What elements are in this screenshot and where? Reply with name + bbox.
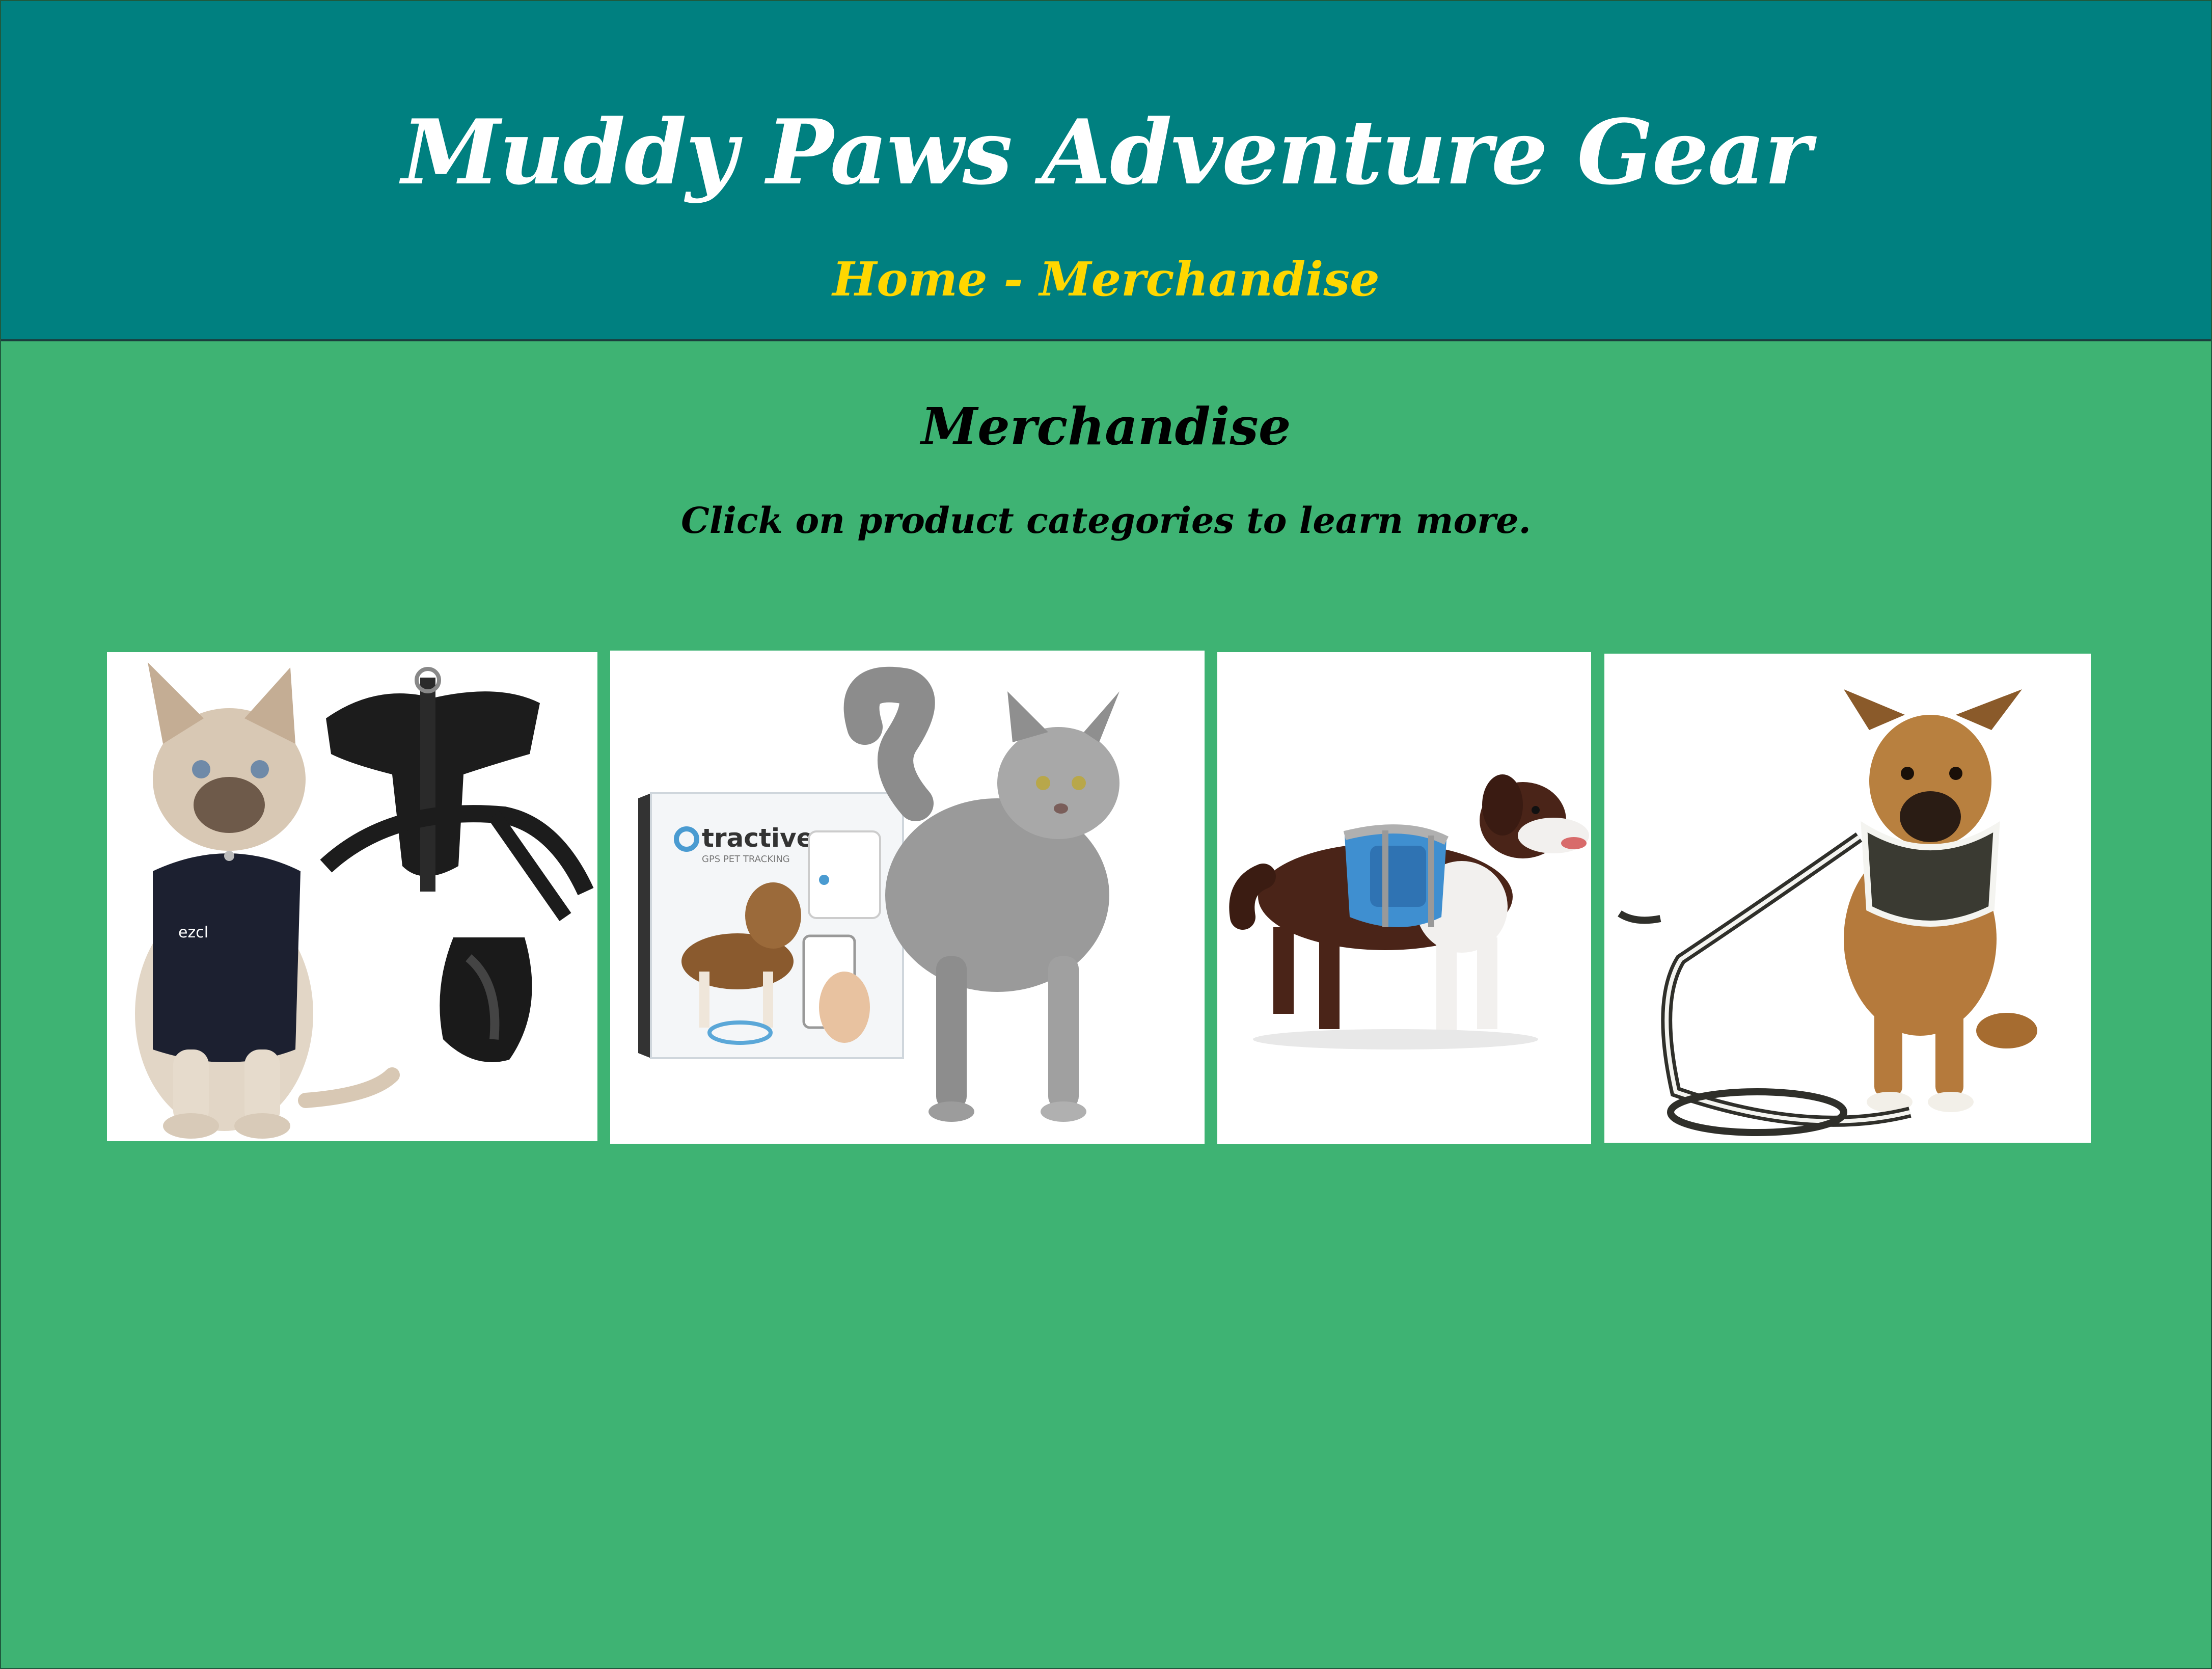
breadcrumb-separator: - — [987, 252, 1040, 307]
product-card-dog-backpack[interactable] — [1217, 652, 1591, 1144]
dog-backpack-image — [1217, 652, 1591, 1144]
breadcrumb: Home - Merchandise — [1, 256, 2211, 303]
product-card-cat-harness[interactable]: ezcl — [107, 652, 597, 1141]
gps-tracker-brand-text: tractive — [702, 823, 813, 853]
gps-tracker-image: tractive GPS PET TRACKING — [610, 651, 1205, 1144]
page-subtitle: Click on product categories to learn mor… — [681, 499, 1531, 542]
site-header: Muddy Paws Adventure Gear Home - Merchan… — [1, 1, 2211, 341]
gps-tracker-box-caption: GPS PET TRACKING — [702, 854, 790, 865]
product-card-gps-tracker[interactable]: tractive GPS PET TRACKING — [610, 651, 1205, 1144]
breadcrumb-home-link[interactable]: Home — [832, 252, 987, 307]
page: Muddy Paws Adventure Gear Home - Merchan… — [0, 0, 2212, 1669]
breadcrumb-current: Merchandise — [1039, 252, 1380, 307]
dog-harness-leash-image — [1604, 654, 2091, 1143]
site-title: Muddy Paws Adventure Gear — [401, 100, 1812, 205]
cat-harness-brand-text: ezcl — [178, 924, 208, 941]
cat-harness-image: ezcl — [107, 652, 597, 1141]
page-title: Merchandise — [921, 396, 1291, 456]
product-card-dog-harness-leash[interactable] — [1604, 654, 2091, 1143]
